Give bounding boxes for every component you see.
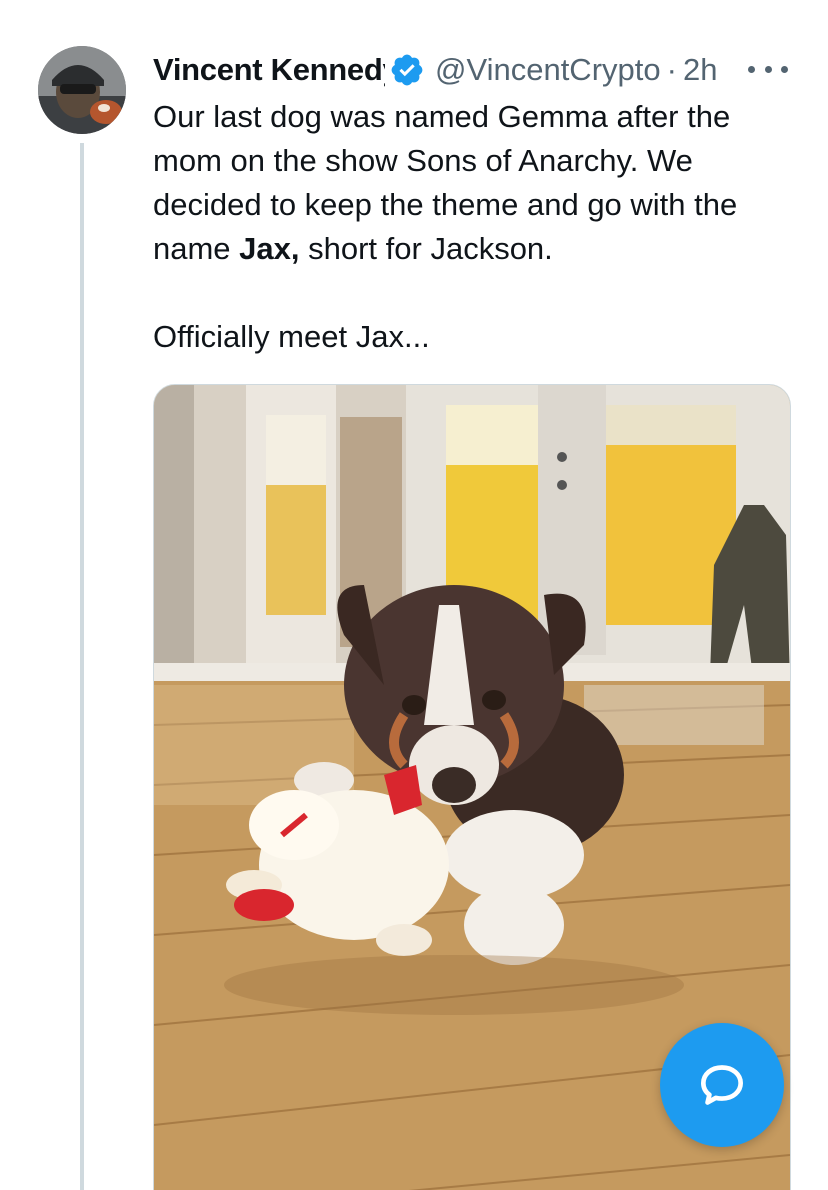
more-dot [781, 65, 788, 73]
tweet-text-part2: short for Jackson. [299, 231, 553, 266]
tweet-text-bold: Jax, [239, 231, 300, 266]
separator: · [666, 52, 677, 87]
tweet-text: Our last dog was named Gemma after the m… [153, 95, 793, 359]
chat-bubble-icon [701, 1065, 743, 1105]
timestamp[interactable]: 2h [683, 52, 717, 88]
compose-button[interactable] [660, 1023, 784, 1147]
tweet[interactable]: Vincent Kennedy @VincentCrypto · 2h Our … [0, 0, 828, 1190]
avatar-image [38, 46, 126, 134]
thread-line [80, 143, 84, 1190]
author-name[interactable]: Vincent Kennedy [153, 52, 385, 88]
tweet-paragraph-1: Our last dog was named Gemma after the m… [153, 95, 793, 271]
verified-badge-icon [391, 54, 423, 86]
tweet-paragraph-2: Officially meet Jax... [153, 319, 430, 354]
more-dot [748, 65, 755, 73]
more-options-icon[interactable] [748, 54, 788, 84]
tweet-header: Vincent Kennedy @VincentCrypto · 2h [153, 48, 717, 92]
more-dot [764, 65, 772, 73]
avatar[interactable] [38, 46, 126, 134]
author-handle[interactable]: @VincentCrypto [435, 52, 661, 88]
